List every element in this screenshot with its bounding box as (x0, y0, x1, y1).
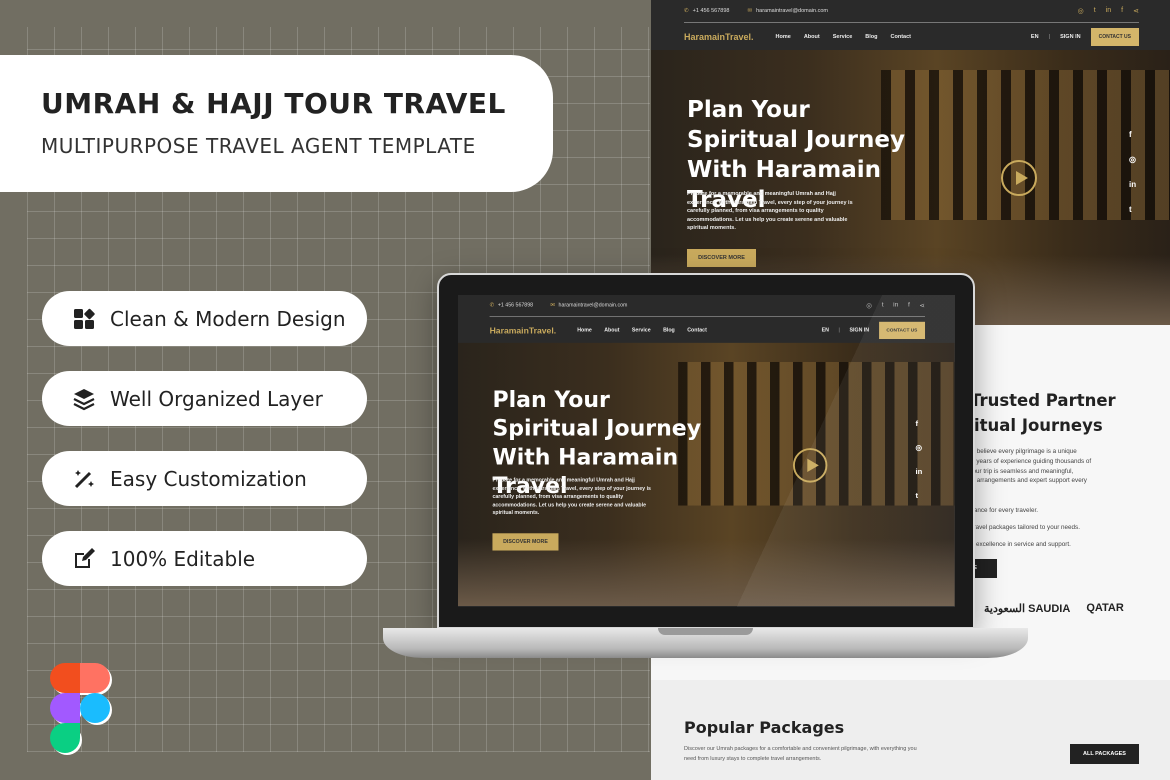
facebook-icon[interactable]: f (908, 302, 910, 310)
nav-contact[interactable]: Contact (891, 34, 911, 40)
laptop-screen: ✆ +1 456 567898 ✉ haramaintravel@domain.co… (458, 295, 955, 607)
feature-organized-layer: Well Organized Layer (42, 371, 367, 426)
qatar-airways-logo: QATAR (1086, 602, 1124, 614)
feature-label: Well Organized Layer (110, 386, 323, 411)
instagram-icon[interactable]: ◎ (866, 302, 872, 310)
twitter-icon[interactable]: t (1094, 7, 1096, 15)
language-select[interactable]: EN (1031, 34, 1039, 40)
magic-wand-icon (74, 469, 94, 488)
nav-service[interactable]: Service (632, 328, 651, 334)
site-topbar: ✆ +1 456 567898 ✉ haramaintravel@domain.co… (684, 0, 1139, 23)
layers-icon (73, 388, 95, 410)
site-logo[interactable]: HaramainTravel. (490, 326, 557, 336)
feature-label: 100% Editable (110, 546, 256, 571)
facebook-icon[interactable]: f (915, 419, 922, 428)
title-card: UMRAH & HAJJ TOUR TRAVEL MULTIPURPOSE TR… (0, 55, 553, 192)
nav-blog[interactable]: Blog (865, 34, 877, 40)
email: haramaintravel@domain.com (756, 8, 828, 14)
phone: +1 456 567898 (497, 302, 534, 309)
share-icon[interactable]: ⋖ (919, 302, 925, 310)
feature-editable: 100% Editable (42, 531, 367, 586)
nav-service[interactable]: Service (833, 34, 853, 40)
saudia-logo: السعودية SAUDIA (984, 603, 1071, 615)
about-title-line1: Trusted Partner (970, 391, 1116, 410)
feature-label: Clean & Modern Design (110, 306, 346, 331)
laptop-base (383, 628, 1028, 658)
feature-customization: Easy Customization (42, 451, 367, 506)
nav-home[interactable]: Home (776, 34, 791, 40)
about-point: nt to excellence in service and support. (962, 540, 1071, 548)
language-select[interactable]: EN (822, 328, 829, 334)
nav-contact[interactable]: Contact (687, 328, 707, 334)
about-text: lized arrangements and expert support ev… (962, 477, 1087, 485)
nav-home[interactable]: Home (577, 328, 592, 334)
hero-section: Plan Your Spiritual Journey With Haramai… (458, 342, 955, 607)
packages-title: Popular Packages (684, 718, 845, 737)
popular-packages-section: Popular Packages Discover our Umrah pack… (651, 680, 1170, 780)
nav-about[interactable]: About (604, 328, 619, 334)
email: haramaintravel@domain.com (558, 302, 628, 309)
promo-title: UMRAH & HAJJ TOUR TRAVEL (41, 87, 506, 120)
nav-about[interactable]: About (804, 34, 820, 40)
site-topbar: ✆ +1 456 567898 ✉ haramaintravel@domain.co… (489, 295, 926, 318)
twitter-icon[interactable]: t (1129, 205, 1136, 214)
instagram-icon[interactable]: ◎ (915, 443, 922, 452)
phone: +1 456 567898 (692, 8, 730, 14)
linkedin-icon[interactable]: in (1129, 180, 1136, 189)
phone-icon: ✆ (489, 302, 494, 309)
facebook-icon[interactable]: f (1121, 7, 1123, 15)
edit-icon (75, 547, 95, 568)
sign-in-link[interactable]: SIGN IN (1060, 34, 1080, 40)
linkedin-icon[interactable]: in (915, 467, 922, 476)
site-header-hero: ✆ +1 456 567898 ✉ haramaintravel@domain.co… (458, 295, 955, 607)
discover-more-button[interactable]: DISCOVER MORE (492, 533, 559, 551)
play-video-button[interactable] (792, 448, 828, 483)
packages-text: Discover our Umrah packages for a comfor… (684, 746, 917, 762)
laptop-mockup: ✆ +1 456 567898 ✉ haramaintravel@domain.co… (437, 273, 975, 629)
instagram-icon[interactable]: ◎ (1078, 7, 1084, 15)
play-video-button[interactable] (1001, 160, 1037, 196)
about-section: Trusted Partner itual Journeys l, we bel… (962, 388, 1116, 550)
nav-blog[interactable]: Blog (663, 328, 675, 334)
linkedin-icon[interactable]: in (893, 302, 898, 310)
all-packages-button[interactable]: ALL PACKAGES (1070, 744, 1139, 764)
twitter-icon[interactable]: t (882, 302, 884, 310)
contact-us-button[interactable]: CONTACT US (1090, 28, 1139, 46)
promo-subtitle: MULTIPURPOSE TRAVEL AGENT TEMPLATE (41, 134, 476, 158)
share-icon[interactable]: ⋖ (1133, 7, 1139, 15)
hero-text: Prepare for a memorable and meaningful U… (687, 191, 853, 231)
facebook-icon[interactable]: f (1129, 130, 1136, 139)
linkedin-icon[interactable]: in (1106, 7, 1111, 15)
discover-more-button[interactable]: DISCOVER MORE (687, 249, 756, 267)
site-logo[interactable]: HaramainTravel. (684, 32, 754, 42)
about-title-line2: itual Journeys (974, 416, 1103, 435)
about-point: guidance for every traveler. (962, 507, 1038, 515)
instagram-icon[interactable]: ◎ (1129, 155, 1136, 164)
about-text: re your trip is seamless and meaningful, (962, 467, 1074, 475)
mail-icon: ✉ (550, 302, 555, 309)
laptop-notch (658, 628, 753, 635)
site-nav: HaramainTravel. Home About Service Blog Cont… (490, 321, 926, 340)
twitter-icon[interactable]: t (915, 491, 922, 500)
feature-clean-design: Clean & Modern Design (42, 291, 367, 346)
figma-logo-icon (50, 663, 112, 755)
contact-us-button[interactable]: CONTACT US (878, 321, 926, 340)
about-text: l, we believe every pilgrimage is a uniq… (962, 448, 1077, 455)
sign-in-link[interactable]: SIGN IN (850, 328, 870, 334)
hero-text: Prepare for a memorable and meaningful U… (492, 477, 651, 517)
mail-icon: ✉ (747, 8, 753, 14)
phone-icon: ✆ (684, 8, 689, 14)
feature-label: Easy Customization (110, 466, 307, 491)
about-text: With years of experience guiding thousan… (962, 457, 1092, 465)
about-point: ive travel packages tailored to your nee… (962, 523, 1080, 531)
grid-icon (74, 308, 95, 329)
site-nav: HaramainTravel. Home About Service Blog Cont… (684, 27, 1139, 47)
